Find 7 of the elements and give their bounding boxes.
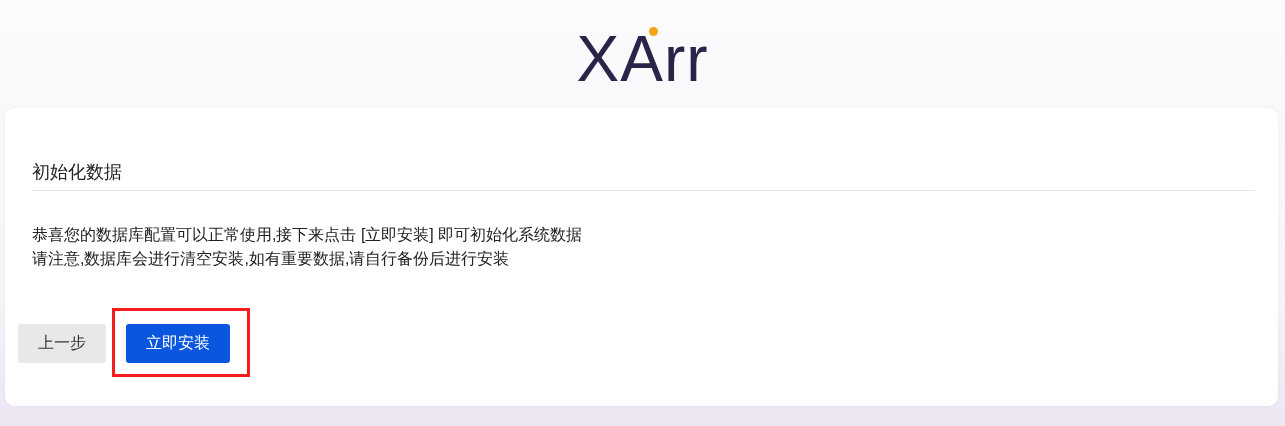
install-button[interactable]: 立即安装 xyxy=(126,324,230,363)
logo: XArr xyxy=(576,22,709,91)
back-button[interactable]: 上一步 xyxy=(18,324,106,363)
message-text: 恭喜您的数据库配置可以正常使用,接下来点击 [立即安装] 即可初始化系统数据 xyxy=(32,225,584,245)
section-title: 初始化数据 xyxy=(32,160,1255,191)
message-text: 请注意,数据库会进行清空安装,如有重要数据,请自行备份后进行安装 xyxy=(32,249,511,269)
dot-icon xyxy=(648,27,658,36)
